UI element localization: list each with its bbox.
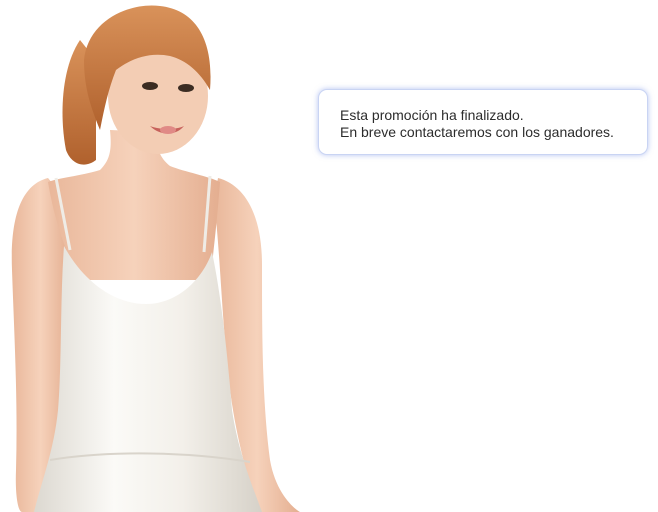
promotion-ended-message: Esta promoción ha finalizado. En breve c… <box>318 89 648 155</box>
message-line-ended: Esta promoción ha finalizado. <box>340 107 524 123</box>
promo-model-illustration <box>11 5 300 512</box>
eye-right <box>178 84 194 92</box>
message-line-contact: En breve contactaremos con los ganadores… <box>340 124 614 140</box>
tongue <box>160 126 176 134</box>
eye-left <box>142 82 158 90</box>
